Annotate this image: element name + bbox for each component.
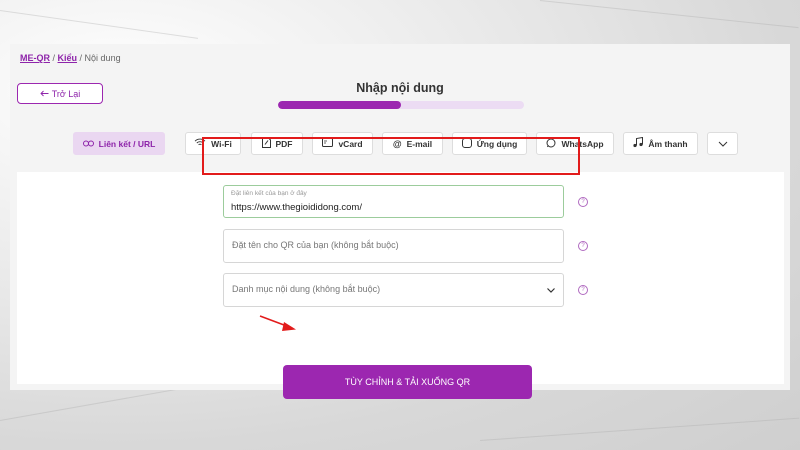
tab-label: Âm thanh <box>648 138 688 149</box>
chevron-down-icon <box>547 285 555 295</box>
url-field-label: Đặt liên kết của bạn ở đây <box>231 190 307 197</box>
tab-audio[interactable]: Âm thanh <box>623 132 698 155</box>
progress-bar <box>278 101 524 109</box>
breadcrumb-root-link[interactable]: ME-QR <box>20 53 50 63</box>
back-button[interactable]: Trở Lại <box>17 83 103 104</box>
breadcrumb-style-link[interactable]: Kiểu <box>58 53 78 63</box>
tab-link-url[interactable]: Liên kết / URL <box>73 132 165 155</box>
red-arrow-icon <box>259 315 296 331</box>
app-window: ME-QR / Kiểu / Nội dung Nhập nội dung Tr… <box>10 44 790 399</box>
url-field[interactable]: Đặt liên kết của bạn ở đây https://www.t… <box>223 185 564 218</box>
more-tabs-button[interactable] <box>707 132 738 155</box>
help-icon[interactable]: ? <box>578 197 588 207</box>
page-title: Nhập nội dung <box>356 81 444 95</box>
qr-name-placeholder: Đặt tên cho QR của bạn (không bắt buộc) <box>232 240 399 250</box>
qr-name-field[interactable]: Đặt tên cho QR của bạn (không bắt buộc) <box>223 229 564 263</box>
help-icon[interactable]: ? <box>578 241 588 251</box>
category-select[interactable]: Danh mục nội dung (không bắt buộc) <box>223 273 564 307</box>
chevron-down-icon <box>718 139 728 149</box>
music-icon <box>633 136 644 150</box>
highlight-box <box>202 137 580 175</box>
breadcrumb: ME-QR / Kiểu / Nội dung <box>20 53 121 63</box>
content-form: Đặt liên kết của bạn ở đây https://www.t… <box>17 172 784 399</box>
breadcrumb-current: Nội dung <box>84 53 121 63</box>
progress-fill <box>278 101 401 109</box>
customize-download-button[interactable]: TÙY CHỈNH & TẢI XUỐNG QR <box>283 365 532 399</box>
link-icon <box>82 139 94 149</box>
arrow-left-icon <box>40 89 49 99</box>
category-placeholder: Danh mục nội dung (không bắt buộc) <box>232 284 381 294</box>
back-button-label: Trở Lại <box>51 88 81 99</box>
tab-label: Liên kết / URL <box>98 138 156 149</box>
help-icon[interactable]: ? <box>578 285 588 295</box>
url-field-value: https://www.thegioididong.com/ <box>231 202 362 213</box>
